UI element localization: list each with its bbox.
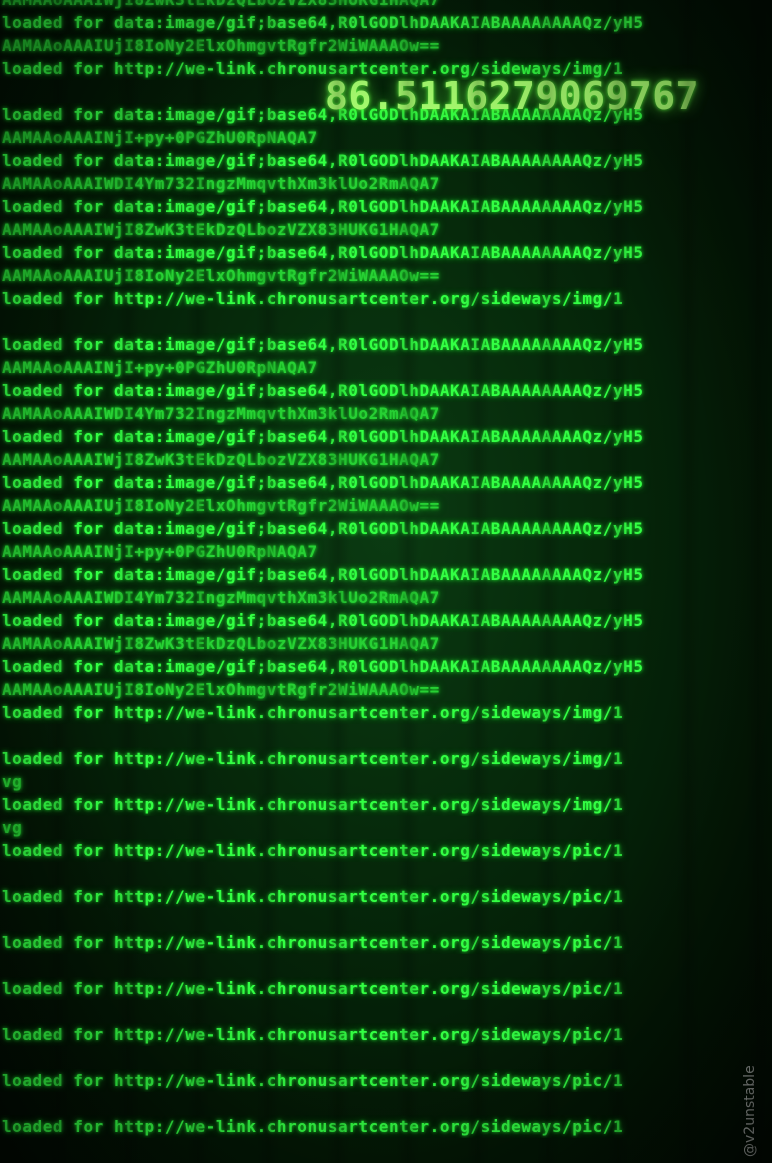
progress-counter: 86.5116279069767 [325,74,700,118]
log-line: vg [2,818,23,837]
log-line: loaded for data:image/gif;base64,R0lGODl… [2,13,644,32]
log-line: loaded for http://we-link.chronusartcent… [2,749,624,768]
log-line: AAMAAoAAAIUjI8IoNy2ElxOhmgvtRgfr2WiWAAAO… [2,680,440,699]
log-line: AAMAAoAAAIWjI8ZwK3tEkDzQLbozVZX83HUKG1HA… [2,220,440,239]
log-line: loaded for data:image/gif;base64,R0lGODl… [2,243,644,262]
log-line: loaded for http://we-link.chronusartcent… [2,887,624,906]
log-line: loaded for data:image/gif;base64,R0lGODl… [2,565,644,584]
log-line: loaded for http://we-link.chronusartcent… [2,1071,624,1090]
log-line: AAMAAoAAAIWjI8ZwK3tEkDzQLbozVZX83HUKG1HA… [2,450,440,469]
log-line: AAMAAoAAAIWDI4Ym732IngzMmqvthXm3klUo2RmA… [2,404,440,423]
load-log: AAMAAoAAAIWjI8ZwK3tEkDzQLbozVZX83HUKG1HA… [0,0,772,1138]
log-line: AAMAAoAAAIUjI8IoNy2ElxOhmgvtRgfr2WiWAAAO… [2,266,440,285]
log-line: loaded for http://we-link.chronusartcent… [2,289,624,308]
log-line: loaded for data:image/gif;base64,R0lGODl… [2,611,644,630]
log-line: loaded for http://we-link.chronusartcent… [2,795,624,814]
log-line: AAMAAoAAAINjI+py+0PGZhU0RpNAQA7 [2,542,318,561]
log-line: loaded for data:image/gif;base64,R0lGODl… [2,151,644,170]
log-line: AAMAAoAAAIWDI4Ym732IngzMmqvthXm3klUo2RmA… [2,174,440,193]
log-line: loaded for data:image/gif;base64,R0lGODl… [2,473,644,492]
log-line: loaded for data:image/gif;base64,R0lGODl… [2,427,644,446]
log-line: AAMAAoAAAIWDI4Ym732IngzMmqvthXm3klUo2RmA… [2,588,440,607]
log-line: AAMAAoAAAINjI+py+0PGZhU0RpNAQA7 [2,128,318,147]
terminal-screen: AAMAAoAAAIWjI8ZwK3tEkDzQLbozVZX83HUKG1HA… [0,0,772,1163]
log-line: vg [2,772,23,791]
log-line: loaded for data:image/gif;base64,R0lGODl… [2,335,644,354]
log-line: loaded for http://we-link.chronusartcent… [2,979,624,998]
log-line: AAMAAoAAAIWjI8ZwK3tEkDzQLbozVZX83HUKG1HA… [2,634,440,653]
log-line: loaded for data:image/gif;base64,R0lGODl… [2,197,644,216]
log-line: loaded for http://we-link.chronusartcent… [2,703,624,722]
log-line: loaded for http://we-link.chronusartcent… [2,1025,624,1044]
log-line: loaded for http://we-link.chronusartcent… [2,841,624,860]
watermark-handle: @v2unstable [742,1065,758,1157]
log-line: AAMAAoAAAIUjI8IoNy2ElxOhmgvtRgfr2WiWAAAO… [2,36,440,55]
log-line: AAMAAoAAAIUjI8IoNy2ElxOhmgvtRgfr2WiWAAAO… [2,496,440,515]
log-line: loaded for data:image/gif;base64,R0lGODl… [2,519,644,538]
log-line: AAMAAoAAAINjI+py+0PGZhU0RpNAQA7 [2,358,318,377]
log-line: AAMAAoAAAIWjI8ZwK3tEkDzQLbozVZX83HUKG1HA… [0,0,772,11]
log-line: loaded for data:image/gif;base64,R0lGODl… [2,657,644,676]
log-line: loaded for http://we-link.chronusartcent… [2,933,624,952]
log-line: loaded for http://we-link.chronusartcent… [2,1117,624,1136]
log-line: loaded for data:image/gif;base64,R0lGODl… [2,381,644,400]
